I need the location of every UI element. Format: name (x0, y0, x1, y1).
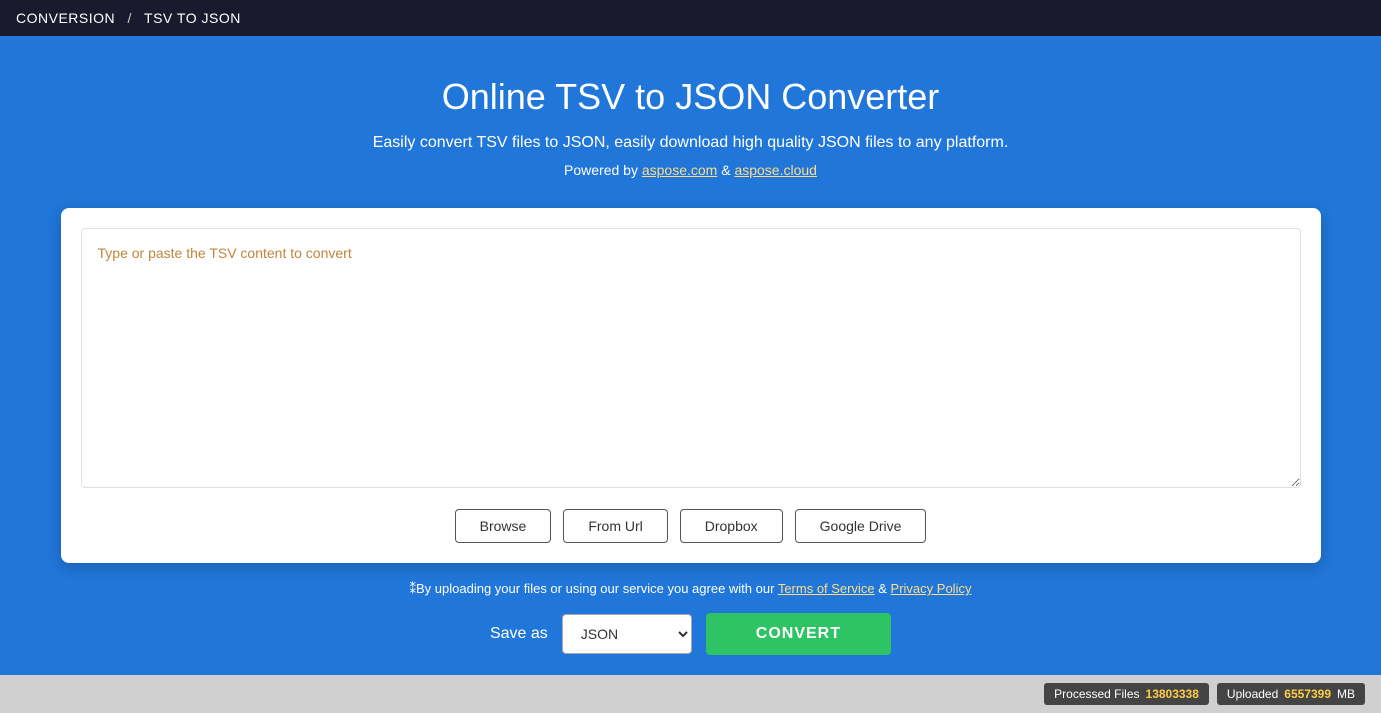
google-drive-button[interactable]: Google Drive (795, 509, 927, 543)
main-content: Online TSV to JSON Converter Easily conv… (0, 36, 1381, 675)
convert-button[interactable]: CONVERT (706, 613, 891, 655)
breadcrumb-current: TSV TO JSON (144, 10, 241, 26)
terms-row: ⁑By uploading your files or using our se… (410, 581, 972, 597)
dropbox-button[interactable]: Dropbox (680, 509, 783, 543)
page-title: Online TSV to JSON Converter (442, 76, 940, 118)
powered-amp: & (721, 162, 734, 178)
terms-of-service-link[interactable]: Terms of Service (778, 581, 875, 596)
powered-by: Powered by aspose.com & aspose.cloud (564, 162, 817, 178)
privacy-policy-link[interactable]: Privacy Policy (891, 581, 972, 596)
converter-card: Browse From Url Dropbox Google Drive (61, 208, 1321, 563)
uploaded-label: Uploaded (1227, 687, 1278, 701)
page-subtitle: Easily convert TSV files to JSON, easily… (373, 134, 1009, 152)
aspose-cloud-link[interactable]: aspose.cloud (734, 162, 817, 178)
from-url-button[interactable]: From Url (563, 509, 667, 543)
terms-amp: & (878, 581, 890, 596)
format-select[interactable]: JSON (562, 614, 692, 654)
processed-files-value: 13803338 (1146, 687, 1199, 701)
save-as-label: Save as (490, 625, 548, 643)
powered-prefix: Powered by (564, 162, 642, 178)
footer-bar: Processed Files 13803338 Uploaded 655739… (0, 675, 1381, 713)
top-navigation: CONVERSION / TSV TO JSON (0, 0, 1381, 36)
browse-button[interactable]: Browse (455, 509, 552, 543)
uploaded-value: 6557399 (1284, 687, 1331, 701)
convert-row: Save as JSON CONVERT (490, 613, 891, 655)
breadcrumb-conversion[interactable]: CONVERSION (16, 10, 115, 26)
terms-prefix: ⁑By uploading your files or using our se… (410, 581, 778, 596)
processed-files-label: Processed Files (1054, 687, 1139, 701)
file-buttons-row: Browse From Url Dropbox Google Drive (81, 509, 1301, 543)
processed-files-stat: Processed Files 13803338 (1044, 683, 1209, 705)
breadcrumb: CONVERSION / TSV TO JSON (16, 10, 241, 26)
breadcrumb-separator: / (128, 10, 132, 26)
uploaded-stat: Uploaded 6557399 MB (1217, 683, 1365, 705)
aspose-com-link[interactable]: aspose.com (642, 162, 717, 178)
tsv-input[interactable] (81, 228, 1301, 488)
uploaded-unit: MB (1337, 687, 1355, 701)
